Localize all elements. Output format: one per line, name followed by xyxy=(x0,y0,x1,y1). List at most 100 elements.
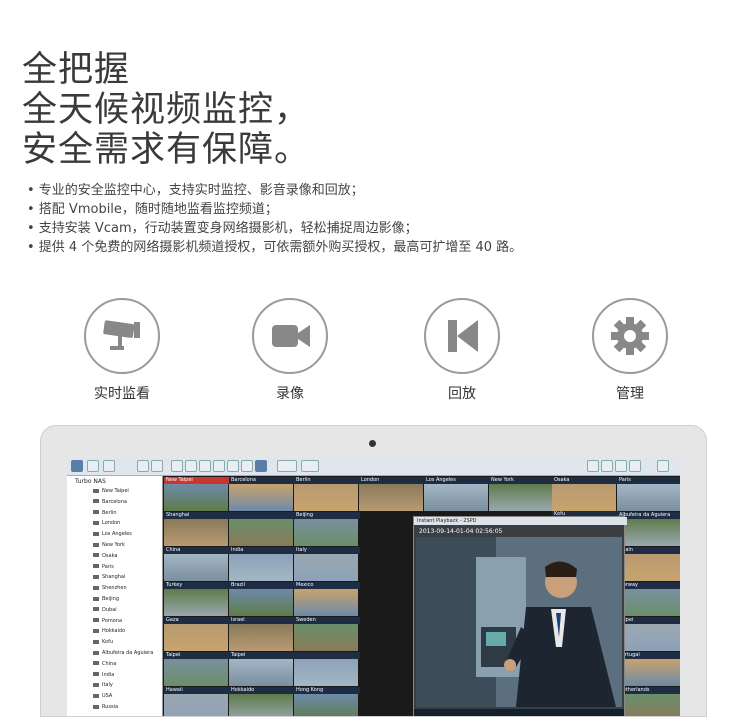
camera-tile[interactable]: Portugal xyxy=(617,652,680,686)
camera-tile[interactable]: Osaka xyxy=(552,477,618,511)
tree-camera-item[interactable]: Shenzhen xyxy=(93,585,127,591)
headline-line-1: 全把握 xyxy=(22,50,131,90)
camera-tile[interactable]: Gaza xyxy=(164,617,230,651)
camera-tile-label: Paris xyxy=(617,477,680,484)
tree-camera-item[interactable]: New Taipei xyxy=(93,488,129,494)
layout-6-icon[interactable] xyxy=(171,460,183,472)
settings-icon[interactable] xyxy=(103,460,115,472)
tree-camera-item[interactable]: Shanghai xyxy=(93,574,125,580)
camera-tile[interactable]: Hokkaido xyxy=(229,687,295,716)
tree-camera-item[interactable]: Italy xyxy=(93,682,113,688)
camera-thumbnail xyxy=(552,484,616,511)
camera-tile[interactable]: Sweden xyxy=(294,617,360,651)
camera-tile[interactable]: Mexico xyxy=(294,582,360,616)
camera-tile[interactable]: New York xyxy=(489,477,555,511)
layout-16-icon[interactable] xyxy=(227,460,239,472)
camera-tile-label xyxy=(294,652,360,659)
layout-25-icon[interactable] xyxy=(255,460,267,472)
camera-thumbnail xyxy=(164,624,228,651)
tree-camera-item[interactable]: Russia xyxy=(93,704,118,710)
layout-10-icon[interactable] xyxy=(199,460,211,472)
view-options-dropdown[interactable] xyxy=(301,460,319,472)
camera-tile[interactable]: London xyxy=(359,477,425,511)
tree-camera-item[interactable]: Berlin xyxy=(93,510,117,516)
play-icon[interactable] xyxy=(87,460,99,472)
tree-camera-item[interactable]: China xyxy=(93,661,116,667)
camera-tile[interactable]: Hawaii xyxy=(164,687,230,716)
camera-thumbnail xyxy=(617,484,680,511)
camera-tile[interactable]: Taipei xyxy=(617,617,680,651)
headline-line-3: 安全需求有保障。 xyxy=(22,130,311,170)
tree-camera-item[interactable]: Osaka xyxy=(93,553,117,559)
camera-tile[interactable]: Netherlands xyxy=(617,687,680,716)
camera-tile[interactable]: Berlin xyxy=(294,477,360,511)
camera-tile[interactable]: Los Angeles xyxy=(424,477,490,511)
camera-tile[interactable]: Barcelona xyxy=(229,477,295,511)
layout-20-icon[interactable] xyxy=(241,460,253,472)
camera-thumbnail xyxy=(294,589,358,616)
tree-camera-item[interactable]: Albufeira da Aguiera xyxy=(93,650,153,656)
camera-tile[interactable]: Taipei xyxy=(164,652,230,686)
snapshot-icon[interactable] xyxy=(587,460,599,472)
tree-camera-item[interactable]: Hokkaido xyxy=(93,628,125,634)
camera-tile[interactable]: Israel xyxy=(229,617,295,651)
layout-9-icon[interactable] xyxy=(185,460,197,472)
instant-playback-window: Instant Playback - 2SPD 2013-09-14-01-04… xyxy=(413,516,627,716)
camera-tile[interactable]: Norway xyxy=(617,582,680,616)
camera-thumbnail xyxy=(617,589,680,616)
help-icon[interactable] xyxy=(657,460,669,472)
tree-camera-item[interactable]: India xyxy=(93,672,114,678)
camera-thumbnail xyxy=(164,484,228,511)
layout-1-icon[interactable] xyxy=(137,460,149,472)
feature-playback: 回放 xyxy=(402,298,522,403)
tree-camera-item[interactable]: Paris xyxy=(93,564,114,570)
tree-camera-item[interactable]: Kofu xyxy=(93,639,113,645)
camera-tree: Turbo NAS New Taipei Barcelona Berlin Londo… xyxy=(67,476,163,716)
monitor-icon[interactable] xyxy=(71,460,83,472)
camera-tile[interactable] xyxy=(229,512,295,546)
laptop-frame: Turbo NAS New Taipei Barcelona Berlin Londo… xyxy=(40,425,707,717)
camera-tile-label: Spain xyxy=(617,547,680,554)
camera-tile[interactable]: Spain xyxy=(617,547,680,581)
camera-tile-label: Portugal xyxy=(617,652,680,659)
fullscreen-icon[interactable] xyxy=(629,460,641,472)
tree-camera-item[interactable]: Beijing xyxy=(93,596,119,602)
camera-tile-label: Shanghai xyxy=(164,512,230,519)
camera-tile[interactable]: Hong Kong xyxy=(294,687,360,716)
camera-tile[interactable]: Paris xyxy=(617,477,680,511)
camera-tile[interactable]: China xyxy=(164,547,230,581)
tree-camera-item[interactable]: Barcelona xyxy=(93,499,127,505)
camera-tile-label: Hokkaido xyxy=(229,687,295,694)
popup-timestamp: 2013-09-14-01-04 02:56:05 xyxy=(419,528,503,535)
tree-camera-item[interactable]: USA xyxy=(93,693,112,699)
camera-tile-label: Brazil xyxy=(229,582,295,589)
bullet-item: • 专业的安全监控中心，支持实时监控、影音录像和回放； xyxy=(27,183,364,198)
camera-thumbnail xyxy=(294,659,358,686)
sequence-dropdown[interactable] xyxy=(277,460,297,472)
camera-tile-label: Israel xyxy=(229,617,295,624)
camera-tile-label: New Taipei xyxy=(164,477,230,484)
layout-12-icon[interactable] xyxy=(213,460,225,472)
camera-tile[interactable]: Italy xyxy=(294,547,360,581)
camera-tile[interactable]: New Taipei xyxy=(164,477,230,511)
tree-root[interactable]: Turbo NAS xyxy=(75,478,106,485)
tree-camera-item[interactable]: New York xyxy=(93,542,125,548)
camera-tile[interactable]: Turkey xyxy=(164,582,230,616)
tree-camera-item[interactable]: Los Angeles xyxy=(93,531,132,537)
layout-4-icon[interactable] xyxy=(151,460,163,472)
window-icon[interactable] xyxy=(601,460,613,472)
video-camera-icon xyxy=(252,298,328,374)
atm-video-frame[interactable] xyxy=(416,537,622,707)
tree-camera-item[interactable]: Dubai xyxy=(93,607,117,613)
tree-camera-item[interactable]: London xyxy=(93,520,120,526)
camera-tile[interactable] xyxy=(294,652,360,686)
camera-tile[interactable]: India xyxy=(229,547,295,581)
camera-tile[interactable]: Beijing xyxy=(294,512,360,546)
camera-tile[interactable]: Brazil xyxy=(229,582,295,616)
camera-grid: New Taipei Shanghai China Turkey Gaza Taipei H… xyxy=(163,476,680,716)
tree-camera-item[interactable]: Pomona xyxy=(93,618,122,624)
grid-icon[interactable] xyxy=(615,460,627,472)
camera-tile[interactable]: Shanghai xyxy=(164,512,230,546)
camera-tile[interactable]: Taipei xyxy=(229,652,295,686)
camera-thumbnail xyxy=(617,554,680,581)
